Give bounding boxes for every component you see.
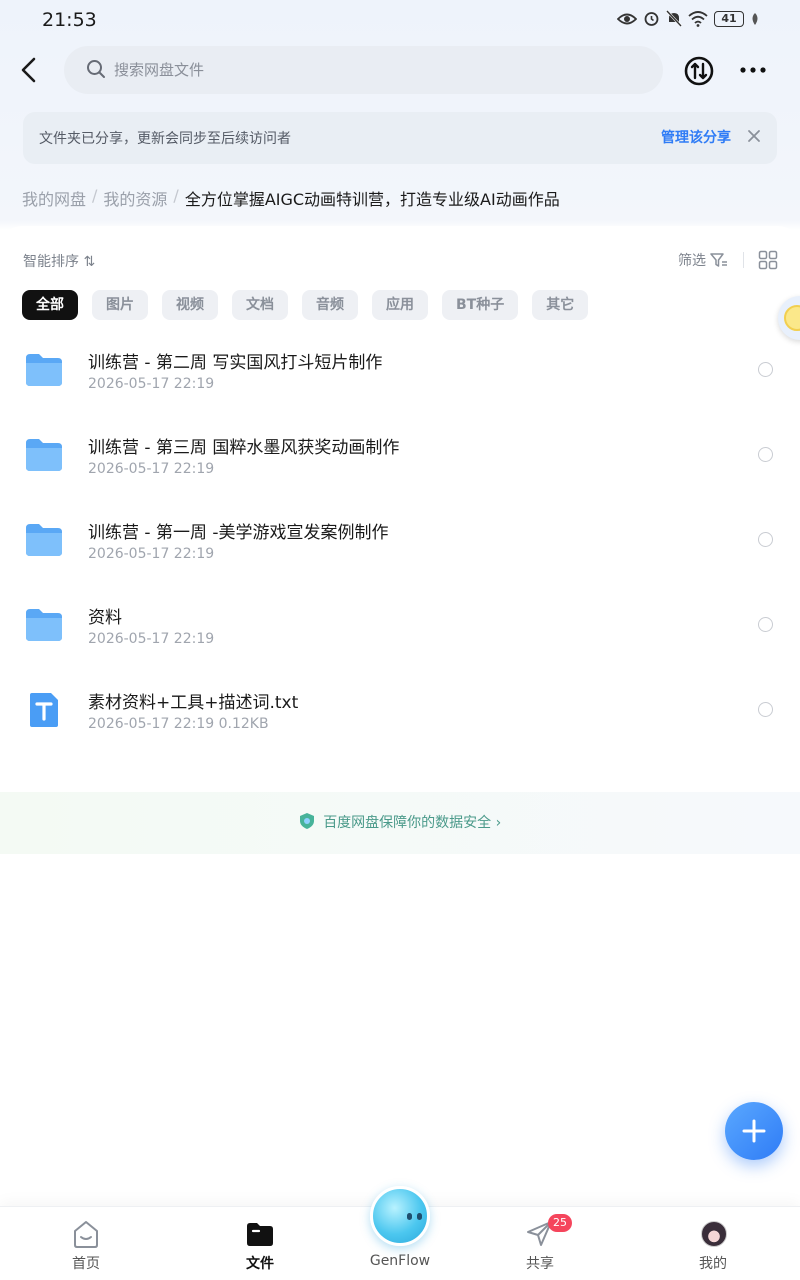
more-icon[interactable] <box>738 60 768 80</box>
select-radio[interactable] <box>758 447 773 462</box>
tab-me[interactable]: 我的 <box>653 1207 773 1280</box>
add-button[interactable] <box>725 1102 783 1160</box>
file-list: 训练营 - 第二周 写实国风打斗短片制作 2026-05-17 22:19 训练… <box>0 318 800 743</box>
list-item[interactable]: 训练营 - 第二周 写实国风打斗短片制作 2026-05-17 22:19 <box>0 318 800 403</box>
mute-bell-icon <box>666 10 682 27</box>
txt-file-icon <box>30 693 58 727</box>
select-radio[interactable] <box>758 702 773 717</box>
search-icon <box>87 60 105 78</box>
eye-icon <box>617 13 637 24</box>
share-count-badge: 25 <box>548 1214 572 1232</box>
alarm-icon <box>644 12 659 26</box>
search-bar[interactable] <box>64 46 663 94</box>
tab-label: GenFlow <box>369 1253 431 1269</box>
chip-audio[interactable]: 音频 <box>302 290 358 320</box>
shield-icon <box>299 813 314 829</box>
security-banner-text: 百度网盘保障你的数据安全 <box>323 815 492 831</box>
status-icons: 41 <box>617 10 760 27</box>
home-icon <box>74 1221 98 1248</box>
filter-button[interactable]: 筛选 <box>678 250 728 270</box>
share-notice-message: 文件夹已分享，更新会同步至后续访问者 <box>39 131 291 147</box>
select-radio[interactable] <box>758 617 773 632</box>
chevron-right-icon: › <box>495 815 502 831</box>
share-notice: 文件夹已分享，更新会同步至后续访问者 管理该分享 <box>23 112 777 164</box>
orb-eye <box>417 1213 422 1220</box>
file-name: 训练营 - 第三周 国粹水墨风获奖动画制作 <box>88 438 400 458</box>
folder-icon <box>26 354 62 386</box>
chip-apps[interactable]: 应用 <box>372 290 428 320</box>
chip-all[interactable]: 全部 <box>22 290 78 320</box>
file-meta: 2026-05-17 22:19 <box>88 546 215 562</box>
tab-share[interactable]: 共享 <box>480 1207 600 1280</box>
file-meta: 2026-05-17 22:19 <box>88 631 215 647</box>
breadcrumb-item-my-resources[interactable]: 我的资源 <box>103 186 167 210</box>
grid-view-icon[interactable] <box>758 250 778 270</box>
filter-icon <box>710 253 727 267</box>
manage-share-link[interactable]: 管理该分享 <box>661 127 731 147</box>
leaf-icon <box>752 12 758 25</box>
top-bar <box>0 46 800 94</box>
list-item[interactable]: 训练营 - 第三周 国粹水墨风获奖动画制作 2026-05-17 22:19 <box>0 403 800 488</box>
chip-other[interactable]: 其它 <box>532 290 589 320</box>
file-name: 资料 <box>88 608 122 628</box>
close-icon[interactable] <box>745 127 763 145</box>
tab-label: 文件 <box>246 1256 274 1272</box>
list-item[interactable]: 资料 2026-05-17 22:19 <box>0 573 800 658</box>
status-time: 21:53 <box>42 9 97 31</box>
folder-icon <box>26 524 62 556</box>
chip-images[interactable]: 图片 <box>92 290 148 320</box>
sort-button[interactable]: 智能排序 ⇅ <box>23 251 95 271</box>
tab-label: 我的 <box>699 1256 727 1272</box>
breadcrumb-separator: / <box>173 186 179 205</box>
wifi-icon <box>688 10 708 27</box>
list-item[interactable]: 训练营 - 第一周 -美学游戏宣发案例制作 2026-05-17 22:19 <box>0 488 800 573</box>
select-radio[interactable] <box>758 532 773 547</box>
toolbar-divider <box>743 252 744 268</box>
file-panel: 智能排序 ⇅ 筛选 全部 图片 视频 文档 音频 应用 BT种子 其它 训练营 … <box>0 226 800 1280</box>
folder-icon <box>26 609 62 641</box>
chip-bt[interactable]: BT种子 <box>442 290 519 320</box>
file-name: 训练营 - 第二周 写实国风打斗短片制作 <box>88 353 383 373</box>
tab-label: 首页 <box>72 1256 100 1272</box>
folder-icon <box>247 1223 273 1246</box>
transfer-icon[interactable] <box>684 56 714 86</box>
genflow-orb-icon[interactable] <box>370 1186 430 1246</box>
security-banner[interactable]: 百度网盘保障你的数据安全 › <box>0 792 800 854</box>
type-filter-chips: 全部 图片 视频 文档 音频 应用 BT种子 其它 <box>22 290 589 320</box>
tab-label: 共享 <box>526 1256 554 1272</box>
file-meta: 2026-05-17 22:19 <box>88 376 215 392</box>
chip-documents[interactable]: 文档 <box>232 290 288 320</box>
file-name: 素材资料+工具+描述词.txt <box>88 693 299 713</box>
file-meta: 2026-05-17 22:19 0.12KB <box>88 716 269 732</box>
orb-eye <box>407 1213 412 1220</box>
file-meta: 2026-05-17 22:19 <box>88 461 215 477</box>
back-button[interactable] <box>14 54 46 86</box>
breadcrumb-separator: / <box>92 186 98 205</box>
avatar <box>701 1221 727 1247</box>
breadcrumb-current: 全方位掌握AIGC动画特训营，打造专业级AI动画作品 <box>184 190 560 209</box>
battery-indicator: 41 <box>714 10 744 27</box>
file-name: 训练营 - 第一周 -美学游戏宣发案例制作 <box>88 523 389 543</box>
breadcrumb: 我的网盘 / 我的资源 / 全方位掌握AIGC动画特训营，打造专业级AI动画作品 <box>22 186 560 210</box>
select-radio[interactable] <box>758 362 773 377</box>
status-bar: 21:53 41 <box>0 0 800 40</box>
plus-icon <box>742 1119 766 1143</box>
filter-label: 筛选 <box>678 253 706 269</box>
chip-videos[interactable]: 视频 <box>162 290 218 320</box>
tab-files[interactable]: 文件 <box>200 1207 320 1280</box>
search-input[interactable] <box>114 46 634 94</box>
folder-icon <box>26 439 62 471</box>
list-item[interactable]: 素材资料+工具+描述词.txt 2026-05-17 22:19 0.12KB <box>0 658 800 743</box>
tab-home[interactable]: 首页 <box>26 1207 146 1280</box>
breadcrumb-item-my-drive[interactable]: 我的网盘 <box>22 186 86 210</box>
